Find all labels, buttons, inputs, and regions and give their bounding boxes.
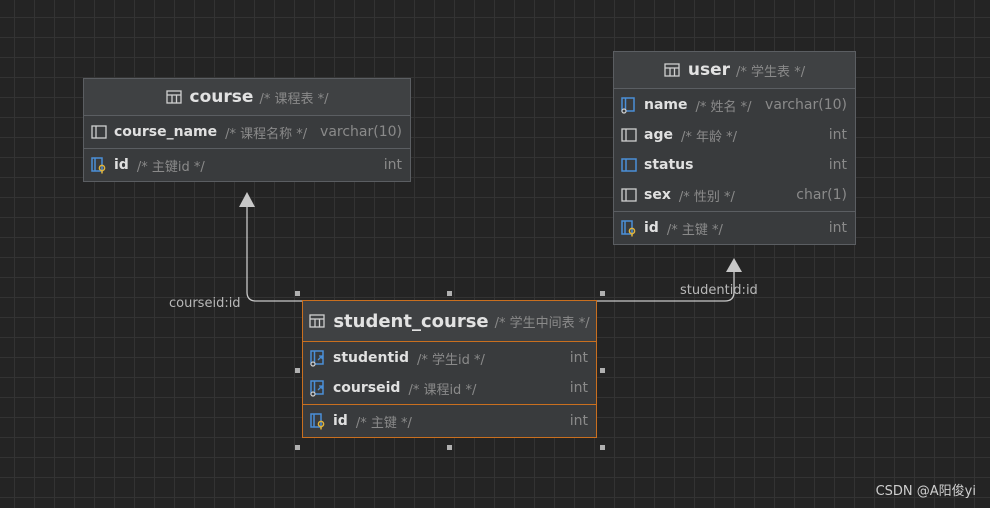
column-icon bbox=[91, 125, 107, 139]
column-row[interactable]: id /* 主键 */ int bbox=[614, 213, 855, 243]
column-type: int bbox=[569, 350, 588, 366]
resize-handle-s[interactable] bbox=[447, 445, 452, 450]
column-comment: /* 姓名 */ bbox=[695, 99, 752, 115]
resize-handle-se[interactable] bbox=[600, 445, 605, 450]
not-null-column-icon bbox=[621, 158, 637, 172]
table-header[interactable]: user /* 学生表 */ bbox=[614, 52, 855, 89]
edge-label-courseid: courseid:id bbox=[169, 296, 241, 311]
column-row[interactable]: course_name /* 课程名称 */ varchar(10) bbox=[84, 117, 410, 147]
table-name: course bbox=[189, 87, 254, 107]
column-row[interactable]: studentid /* 学生id */ int bbox=[303, 343, 596, 373]
table-icon bbox=[309, 314, 325, 328]
column-type: int bbox=[828, 157, 847, 173]
diagram-canvas[interactable]: courseid:id studentid:id course /* 课程表 *… bbox=[0, 0, 990, 508]
edge-label-studentid: studentid:id bbox=[680, 283, 758, 298]
column-comment: /* 主键 */ bbox=[666, 222, 723, 238]
column-section: name /* 姓名 */ varchar(10) age /* 年龄 */ i… bbox=[614, 89, 855, 212]
key-section: id /* 主键 */ int bbox=[303, 405, 596, 437]
column-section: course_name /* 课程名称 */ varchar(10) bbox=[84, 116, 410, 149]
foreign-key-icon bbox=[310, 350, 324, 367]
column-row[interactable]: age /* 年龄 */ int bbox=[614, 120, 855, 150]
key-section: id /* 主键id */ int bbox=[84, 149, 410, 181]
resize-handle-nw[interactable] bbox=[295, 291, 300, 296]
resize-handle-w[interactable] bbox=[295, 368, 300, 373]
arrowhead-course bbox=[239, 192, 255, 207]
column-row[interactable]: name /* 姓名 */ varchar(10) bbox=[614, 90, 855, 120]
arrowhead-user bbox=[726, 258, 742, 272]
column-row[interactable]: status int bbox=[614, 150, 855, 180]
column-type: varchar(10) bbox=[765, 97, 847, 113]
column-name: courseid bbox=[333, 380, 401, 396]
column-name: name bbox=[644, 97, 688, 113]
key-section: id /* 主键 */ int bbox=[614, 212, 855, 244]
column-type: int bbox=[569, 413, 588, 429]
column-type: varchar(10) bbox=[320, 124, 402, 140]
column-comment: /* 学生id */ bbox=[417, 352, 485, 368]
column-icon bbox=[621, 128, 637, 142]
column-name: course_name bbox=[114, 124, 218, 140]
primary-key-icon bbox=[310, 413, 325, 430]
column-name: id bbox=[644, 220, 659, 236]
column-row[interactable]: sex /* 性别 */ char(1) bbox=[614, 180, 855, 210]
column-type: char(1) bbox=[796, 187, 847, 203]
edge-courseid bbox=[246, 205, 302, 302]
column-section: studentid /* 学生id */ int courseid /* 课程i… bbox=[303, 342, 596, 405]
table-icon bbox=[165, 90, 182, 104]
column-comment: /* 性别 */ bbox=[678, 189, 735, 205]
table-comment: /* 学生表 */ bbox=[736, 64, 806, 80]
column-row[interactable]: id /* 主键 */ int bbox=[303, 406, 596, 436]
column-icon bbox=[621, 188, 637, 202]
column-name: id bbox=[333, 413, 348, 429]
primary-key-icon bbox=[91, 157, 106, 174]
resize-handle-e[interactable] bbox=[600, 368, 605, 373]
table-comment: /* 课程表 */ bbox=[259, 91, 329, 107]
column-comment: /* 课程名称 */ bbox=[225, 126, 308, 142]
table-name: student_course bbox=[333, 310, 489, 332]
table-user[interactable]: user /* 学生表 */ name /* 姓名 */ varchar(10)… bbox=[613, 51, 856, 245]
column-comment: /* 主键id */ bbox=[136, 159, 205, 175]
table-header[interactable]: course /* 课程表 */ bbox=[84, 79, 410, 116]
column-name: sex bbox=[644, 187, 671, 203]
column-comment: /* 课程id */ bbox=[408, 382, 477, 398]
indexed-column-icon bbox=[621, 97, 635, 114]
column-type: int bbox=[828, 220, 847, 236]
primary-key-icon bbox=[621, 220, 636, 237]
column-comment: /* 年龄 */ bbox=[680, 129, 737, 145]
column-name: age bbox=[644, 127, 673, 143]
column-type: int bbox=[569, 380, 588, 396]
column-comment: /* 主键 */ bbox=[355, 415, 412, 431]
table-course[interactable]: course /* 课程表 */ course_name /* 课程名称 */ … bbox=[83, 78, 411, 182]
foreign-key-icon bbox=[310, 380, 324, 397]
column-row[interactable]: id /* 主键id */ int bbox=[84, 150, 410, 180]
resize-handle-ne[interactable] bbox=[600, 291, 605, 296]
table-name: user bbox=[687, 60, 731, 80]
column-name: id bbox=[114, 157, 129, 173]
table-comment: /* 学生中间表 */ bbox=[494, 315, 590, 331]
column-name: status bbox=[644, 157, 694, 173]
table-header[interactable]: student_course /* 学生中间表 */ bbox=[303, 301, 596, 342]
column-type: int bbox=[383, 157, 402, 173]
column-row[interactable]: courseid /* 课程id */ int bbox=[303, 373, 596, 403]
watermark: CSDN @A阳俊yi bbox=[875, 484, 976, 499]
resize-handle-sw[interactable] bbox=[295, 445, 300, 450]
column-type: int bbox=[828, 127, 847, 143]
table-icon bbox=[664, 63, 680, 77]
column-name: studentid bbox=[333, 350, 409, 366]
table-student-course[interactable]: student_course /* 学生中间表 */ studentid /* … bbox=[302, 300, 597, 438]
resize-handle-n[interactable] bbox=[447, 291, 452, 296]
